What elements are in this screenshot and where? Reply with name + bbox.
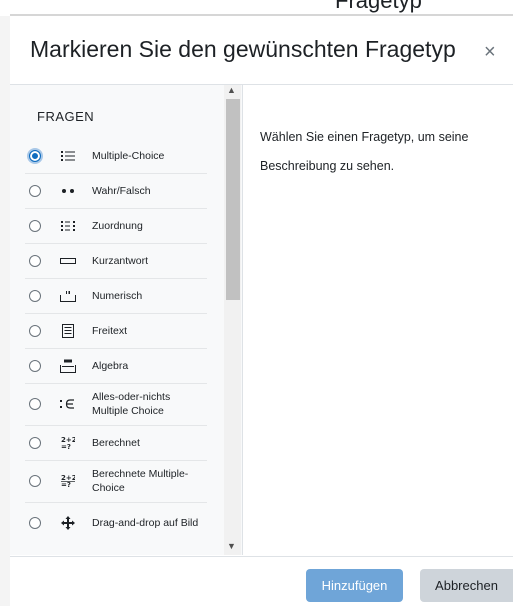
- option-label: Kurzantwort: [92, 254, 149, 267]
- move-cross-icon: [59, 516, 77, 530]
- radio-button[interactable]: [29, 184, 41, 197]
- radio-button[interactable]: [29, 475, 41, 487]
- question-type-option[interactable]: Numerisch: [25, 278, 207, 314]
- radio-button[interactable]: [29, 398, 41, 410]
- matching-icon: [59, 220, 77, 232]
- background-title-fragment: Fragetyp: [335, 0, 422, 13]
- question-type-option[interactable]: Wahr/Falsch: [25, 173, 207, 209]
- question-type-list: FRAGEN Multiple-Choice Wahr/Falsch Zuord…: [10, 85, 243, 555]
- radio-button[interactable]: [29, 359, 41, 372]
- add-button[interactable]: Hinzufügen: [306, 569, 403, 602]
- question-type-option[interactable]: Alles-oder-nichts Multiple Choice: [25, 383, 207, 426]
- radio-button[interactable]: [29, 324, 41, 337]
- short-answer-icon: [59, 257, 77, 265]
- question-type-option[interactable]: 2+2=? Berechnete Multiple-Choice: [25, 460, 207, 503]
- question-type-option[interactable]: Zuordnung: [25, 208, 207, 244]
- option-label: Drag-and-drop auf Bild: [92, 517, 199, 529]
- option-label: Alles-oder-nichts Multiple Choice: [92, 391, 171, 417]
- list-heading: FRAGEN: [37, 109, 95, 124]
- option-label: Zuordnung: [92, 219, 143, 232]
- list-icon: [59, 150, 77, 162]
- option-label: Algebra: [92, 359, 129, 372]
- option-label: Freitext: [92, 324, 128, 337]
- question-type-option[interactable]: Kurzantwort: [25, 243, 207, 279]
- calculated-icon: 2+2=?: [59, 436, 77, 450]
- question-type-description: Wählen Sie einen Fragetyp, um seine Besc…: [260, 130, 469, 173]
- svg-text:=?: =?: [61, 443, 71, 450]
- algebra-icon: [59, 359, 77, 373]
- question-type-chooser-dialog: Markieren Sie den gewünschten Fragetyp ×…: [10, 14, 513, 609]
- radio-button[interactable]: [29, 436, 41, 449]
- essay-icon: [59, 323, 77, 338]
- question-type-option[interactable]: Drag-and-drop auf Bild: [25, 502, 207, 544]
- radio-button[interactable]: [29, 149, 41, 162]
- two-dots-icon: [59, 188, 77, 194]
- cancel-button[interactable]: Abbrechen: [420, 569, 513, 602]
- question-type-option[interactable]: 2+2=? Berechnet: [25, 425, 207, 461]
- radio-button[interactable]: [29, 219, 41, 232]
- close-button[interactable]: ×: [484, 42, 496, 62]
- modal-header: Markieren Sie den gewünschten Fragetyp ×: [10, 16, 513, 85]
- svg-text:=?: =?: [61, 481, 71, 488]
- option-label: Multiple-Choice: [92, 149, 165, 162]
- radio-button[interactable]: [29, 517, 41, 529]
- radio-button[interactable]: [29, 289, 41, 302]
- question-type-option[interactable]: Multiple-Choice: [25, 138, 207, 174]
- numerical-icon: [59, 290, 77, 302]
- modal-title: Markieren Sie den gewünschten Fragetyp: [30, 36, 456, 62]
- modal-footer: Hinzufügen Abbrechen: [10, 556, 513, 609]
- option-label: Berechnete Multiple-Choice: [92, 468, 189, 494]
- option-label: Numerisch: [92, 289, 143, 302]
- list-scrollbar[interactable]: ▲ ▼: [224, 85, 241, 555]
- option-label: Wahr/Falsch: [92, 184, 151, 197]
- calculated-multichoice-icon: 2+2=?: [59, 474, 77, 488]
- scroll-down-arrow-icon[interactable]: ▼: [227, 541, 236, 551]
- radio-button[interactable]: [29, 254, 41, 267]
- question-type-option[interactable]: Algebra: [25, 348, 207, 384]
- scrollbar-thumb[interactable]: [226, 99, 240, 300]
- option-label: Berechnet: [92, 436, 140, 449]
- scroll-up-arrow-icon[interactable]: ▲: [227, 85, 236, 95]
- all-or-nothing-icon: [59, 398, 77, 410]
- question-type-option[interactable]: Freitext: [25, 313, 207, 349]
- modal-body: FRAGEN Multiple-Choice Wahr/Falsch Zuord…: [10, 85, 513, 555]
